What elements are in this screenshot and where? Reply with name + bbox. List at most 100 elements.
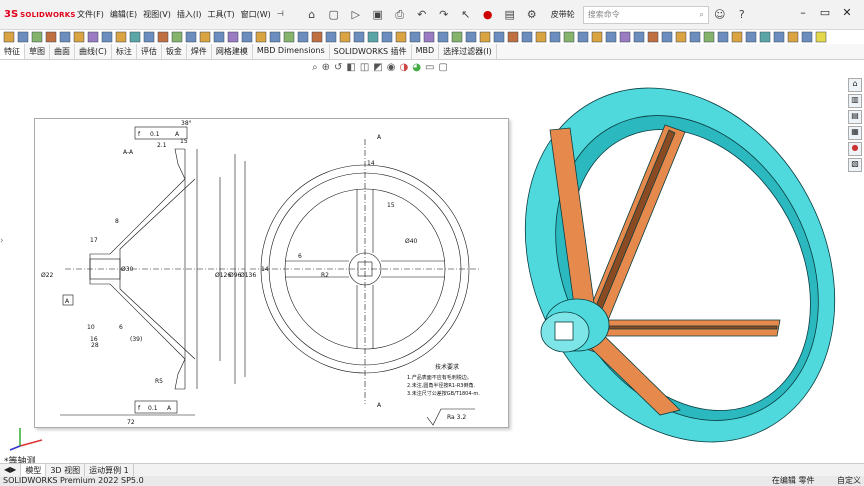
roughness-label: Ra 3.2: [447, 414, 466, 421]
menu-edit[interactable]: 编辑(E): [107, 9, 140, 20]
menu-tools[interactable]: 工具(T): [204, 9, 237, 20]
status-custom-units[interactable]: 自定义: [837, 476, 861, 485]
pulley-3d-model[interactable]: [515, 70, 845, 460]
main-menu: 文件(F) 编辑(E) 视图(V) 插入(I) 工具(T) 窗口(W) ⊣: [74, 9, 287, 20]
new-document-icon[interactable]: ▢: [326, 7, 342, 23]
open-icon[interactable]: ▷: [348, 7, 364, 23]
dim-28: 28: [91, 342, 99, 349]
edit-appearance-icon[interactable]: ◑: [399, 62, 408, 73]
tab-sheet-metal[interactable]: 钣金: [162, 44, 187, 59]
hub-keyway: [554, 321, 574, 341]
help-icon[interactable]: ?: [734, 7, 750, 23]
dim-r5: R5: [155, 378, 163, 385]
zoom-to-fit-icon[interactable]: ⌕: [312, 62, 318, 73]
notes-line-1: 1.产品表面不应有毛刺锐边。: [407, 374, 472, 381]
section-view-icon[interactable]: ◧: [346, 62, 355, 73]
dim-dia-40: Ø40: [405, 238, 418, 245]
datum-label: A: [65, 298, 70, 305]
redo-icon[interactable]: ↷: [436, 7, 452, 23]
tab-selection-filter[interactable]: 选择过滤器(I): [439, 44, 497, 59]
status-right: 在编辑 零件 自定义: [752, 476, 861, 486]
tab-evaluate[interactable]: 评估: [137, 44, 162, 59]
reference-drawing: A-A f 0.1 A f 0.1 A A 38° 15 2.1 17 8 10…: [34, 118, 509, 428]
restore-icon[interactable]: ▭: [814, 6, 836, 19]
triad-z-axis: [9, 445, 21, 451]
groove-top: [174, 148, 186, 180]
search-icon: ⌕: [699, 9, 704, 19]
dim-dia-30: Ø30: [121, 266, 134, 273]
hide-show-icon[interactable]: ◉: [387, 62, 396, 73]
menu-file[interactable]: 文件(F): [74, 9, 107, 20]
tab-solidworks-addins[interactable]: SOLIDWORKS 插件: [330, 44, 412, 59]
dim-72: 72: [127, 419, 135, 426]
view-palette-icon[interactable]: ▦: [848, 126, 862, 140]
drawing-canvas: A-A f 0.1 A f 0.1 A A 38° 15 2.1 17 8 10…: [41, 120, 480, 426]
menu-bar: 3S SOLIDWORKS 文件(F) 编辑(E) 视图(V) 插入(I) 工具…: [0, 0, 864, 30]
tol-datum-top: A: [175, 131, 180, 138]
scenes-icon[interactable]: ◕: [412, 62, 421, 73]
notes-title: 技术要求: [435, 363, 459, 371]
tab-mbd[interactable]: MBD: [412, 44, 440, 59]
ds-logo-mark: 3S: [4, 9, 19, 20]
heads-up-view-toolbar: ⌕ ⊕ ↺ ◧ ◫ ◩ ◉ ◑ ◕ ▭ ▢: [310, 58, 450, 76]
triad-x-axis: [19, 439, 43, 447]
appearances-icon[interactable]: ●: [848, 142, 862, 156]
monitor-icon[interactable]: ▢: [438, 62, 447, 73]
undo-icon[interactable]: ↶: [414, 7, 430, 23]
view-orientation-icon[interactable]: ◫: [360, 62, 369, 73]
tab-curves[interactable]: 曲线(C): [75, 44, 112, 59]
tab-surfaces[interactable]: 曲面: [50, 44, 75, 59]
notes-line-3: 3.未注尺寸公差按GB/T1804-m.: [407, 390, 480, 397]
reference-triad: [9, 428, 43, 451]
tab-mesh-modeling[interactable]: 网格建模: [212, 44, 253, 59]
menu-view[interactable]: 视图(V): [140, 9, 174, 20]
custom-properties-icon[interactable]: ▧: [848, 158, 862, 172]
menu-insert[interactable]: 插入(I): [174, 9, 205, 20]
menu-window[interactable]: 窗口(W): [238, 9, 274, 20]
web-profile: [89, 178, 186, 360]
tab-nav-arrows[interactable]: ◀▶: [0, 464, 22, 476]
quick-label: 皮带轮: [550, 10, 575, 19]
view-marker-a-top: A: [377, 134, 382, 141]
dim-10: 10: [87, 324, 95, 331]
tol-datum-bottom: A: [167, 405, 172, 412]
dim-2-1: 2.1: [157, 142, 167, 149]
brand-name: SOLIDWORKS: [20, 10, 76, 19]
tab-model[interactable]: 模型: [21, 464, 47, 476]
tol-f-top: f: [138, 131, 141, 138]
tab-mbd-dimensions[interactable]: MBD Dimensions: [253, 44, 330, 59]
user-icon[interactable]: ☺: [712, 7, 728, 23]
tab-motion-study[interactable]: 运动算例 1: [85, 464, 134, 476]
tab-sketch[interactable]: 草图: [25, 44, 50, 59]
zoom-area-icon[interactable]: ⊕: [322, 62, 330, 73]
dim-14: 14: [367, 160, 375, 167]
tol-f-bottom: f: [138, 405, 141, 412]
file-properties-icon[interactable]: ▤: [502, 7, 518, 23]
view-settings-icon[interactable]: ▭: [425, 62, 434, 73]
close-icon[interactable]: ✕: [836, 6, 858, 19]
design-library-icon[interactable]: ▥: [848, 94, 862, 108]
minimize-icon[interactable]: –: [792, 6, 814, 19]
display-style-icon[interactable]: ◩: [373, 62, 382, 73]
file-explorer-icon[interactable]: ▤: [848, 110, 862, 124]
tab-features[interactable]: 特征: [0, 44, 25, 59]
tab-weldments[interactable]: 焊件: [187, 44, 212, 59]
window-controls: – ▭ ✕: [792, 6, 858, 19]
options-gear-icon[interactable]: ⚙: [524, 7, 540, 23]
dim-dia-22: Ø22: [41, 272, 54, 279]
pin-icon[interactable]: ⊣: [274, 9, 287, 20]
solidworks-resources-icon[interactable]: ⌂: [848, 78, 862, 92]
feature-manager-expand-icon[interactable]: ›: [0, 236, 4, 246]
tab-3d-views[interactable]: 3D 视图: [46, 464, 86, 476]
previous-view-icon[interactable]: ↺: [334, 62, 342, 73]
select-arrow-icon[interactable]: ↖: [458, 7, 474, 23]
traffic-light-icon[interactable]: ●: [480, 7, 496, 23]
solidworks-logo: 3S SOLIDWORKS: [0, 9, 75, 20]
notes-line-2: 2.未注,圆角半径按R1-R3倒角.: [407, 382, 475, 389]
search-commands-input[interactable]: 搜索命令 ⌕: [582, 5, 709, 24]
status-bar: SOLIDWORKS Premium 2022 SP5.0 在编辑 零件 自定义: [0, 476, 864, 486]
tab-markup[interactable]: 标注: [112, 44, 137, 59]
save-icon[interactable]: ▣: [370, 7, 386, 23]
home-icon[interactable]: ⌂: [304, 7, 320, 23]
print-icon[interactable]: ⎙: [392, 7, 408, 23]
